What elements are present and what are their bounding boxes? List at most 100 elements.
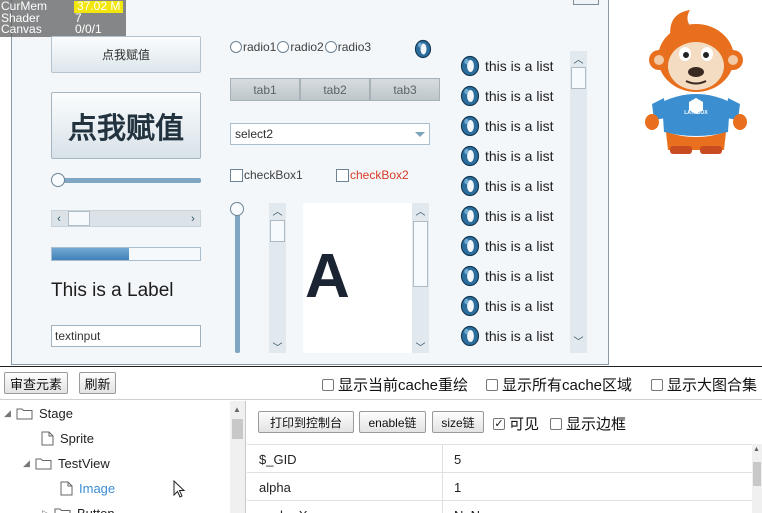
checkbox-2[interactable]: checkBox2 [336,168,409,182]
expanded-arrow-icon[interactable]: ◢ [23,458,35,469]
list-item[interactable]: this is a list [460,231,553,261]
tab-1[interactable]: tab1 [230,78,300,101]
app-root: CurMem 37.02 M Shader 7 Canvas 0/0/1 点我赋… [0,0,762,513]
properties-scroll-thumb[interactable] [753,462,761,486]
tree-node[interactable]: ◢ Stage [4,403,73,423]
horizontal-slider-track[interactable] [55,178,201,183]
list-item[interactable]: this is a list [460,81,553,111]
clip-icon [460,145,480,167]
properties-scrollbar[interactable]: ▲ [752,444,762,513]
print-to-console-button[interactable]: 打印到控制台 [258,411,354,433]
option-show-all-cache[interactable]: 显示所有cache区域 [486,374,632,395]
tab-3[interactable]: tab3 [370,78,440,101]
checkbox-box[interactable] [230,168,243,182]
enable-chain-button[interactable]: enable链 [359,411,426,433]
folder-icon [54,508,71,513]
clip-icon [460,205,480,227]
checkbox-icon[interactable] [550,417,562,430]
size-chain-button[interactable]: size链 [432,411,484,433]
vertical-scrollbar[interactable]: ︿ ﹀ [269,203,286,354]
folder-icon [16,408,33,419]
option-show-big-atlas[interactable]: 显示大图合集 [651,374,757,395]
horizontal-slider-thumb[interactable] [51,173,65,187]
panel-scroll-thumb[interactable] [413,221,428,287]
tree-scrollbar[interactable]: ▲ [230,401,245,513]
list-item[interactable]: this is a list [460,291,553,321]
expanded-arrow-icon[interactable]: ◢ [4,408,16,419]
radio-circle-icon[interactable] [324,41,337,53]
property-value[interactable]: NaN [454,508,480,513]
list-item[interactable]: this is a list [460,321,553,351]
vertical-slider-thumb[interactable] [230,202,244,216]
progress-bar [51,247,201,261]
radio-option-3[interactable]: radio3 [324,40,371,54]
scroll-down-icon[interactable]: ﹀ [570,333,587,348]
radio-circle-icon[interactable] [277,41,290,53]
property-key: $_GID [259,452,297,467]
checkbox-box[interactable] [336,168,349,182]
tree-node[interactable]: ▷ Button [42,503,115,513]
inspect-element-button[interactable]: 审查元素 [4,372,68,394]
window-close-button[interactable] [573,0,599,5]
checkbox-checked-icon[interactable] [493,417,505,430]
tree-node[interactable]: Sprite [23,428,94,448]
checkbox-icon[interactable] [651,378,663,391]
radio-option-2[interactable]: radio2 [277,40,324,54]
list-item[interactable]: this is a list [460,51,553,81]
refresh-button[interactable]: 刷新 [79,372,116,394]
property-row[interactable]: anchorX NaN [247,500,762,513]
list-item-label: this is a list [485,88,554,104]
scroll-up-icon[interactable]: ▲ [233,405,241,414]
property-row[interactable]: $_GID 5 [247,444,762,474]
tree-scroll-thumb[interactable] [232,419,243,439]
show-border-toggle[interactable]: 显示边框 [550,413,626,434]
property-value[interactable]: 5 [454,452,461,467]
list-item-label: this is a list [485,298,554,314]
scroll-up-icon[interactable]: ▲ [753,446,760,453]
checkbox-1[interactable]: checkBox1 [230,168,303,182]
visible-toggle[interactable]: 可见 [493,413,539,434]
property-value[interactable]: 1 [454,480,461,495]
list-item[interactable]: this is a list [460,201,553,231]
checkbox-icon[interactable] [486,378,498,391]
tree-node-label: TestView [58,455,110,471]
radio-circle-icon[interactable] [230,41,242,53]
assign-button-large[interactable]: 点我赋值 [51,92,201,159]
combo-select[interactable]: select2 [230,123,430,145]
collapsed-arrow-icon[interactable]: ▷ [42,508,54,513]
list-item[interactable]: this is a list [460,141,553,171]
list-item[interactable]: this is a list [460,171,553,201]
scroll-up-icon[interactable]: ︿ [570,51,587,66]
scroll-up-icon[interactable]: ︿ [269,203,286,218]
vertical-slider-track[interactable] [235,210,240,353]
list-scrollbar[interactable]: ︿ ﹀ [570,51,587,353]
assign-button-small[interactable]: 点我赋值 [51,36,201,73]
option-show-cache-redraw[interactable]: 显示当前cache重绘 [322,374,468,395]
clip-icon [460,235,480,257]
checkbox-icon[interactable] [322,378,334,391]
scroll-down-icon[interactable]: ﹀ [412,339,429,354]
clip-icon [460,295,480,317]
list-item[interactable]: this is a list [460,111,553,141]
list-item[interactable]: this is a list [460,261,553,291]
property-row[interactable]: alpha 1 [247,472,762,502]
scroll-left-icon[interactable]: ‹ [52,211,66,226]
panel-scrollbar[interactable]: ︿ ﹀ [412,203,429,354]
scroll-down-icon[interactable]: ﹀ [269,339,286,354]
tree-node[interactable]: Image [42,478,115,498]
stat-row: Canvas 0/0/1 [0,23,126,36]
scroll-right-icon[interactable]: › [186,211,200,226]
horizontal-scroll-thumb[interactable] [68,211,90,226]
vertical-scroll-thumb[interactable] [270,220,285,242]
chevron-down-icon[interactable] [415,132,425,137]
tab-2[interactable]: tab2 [300,78,370,101]
select-value: select2 [235,127,274,141]
radio-option-1[interactable]: radio1 [230,40,276,54]
clip-button-icon[interactable] [414,39,432,59]
tree-node[interactable]: ◢ TestView [23,453,110,473]
tree-node-label: Image [79,480,116,496]
text-input[interactable]: textinput [51,325,201,347]
scroll-up-icon[interactable]: ︿ [412,203,429,218]
list-scroll-thumb[interactable] [571,67,586,89]
horizontal-scrollbar[interactable]: ‹ › [51,210,201,227]
